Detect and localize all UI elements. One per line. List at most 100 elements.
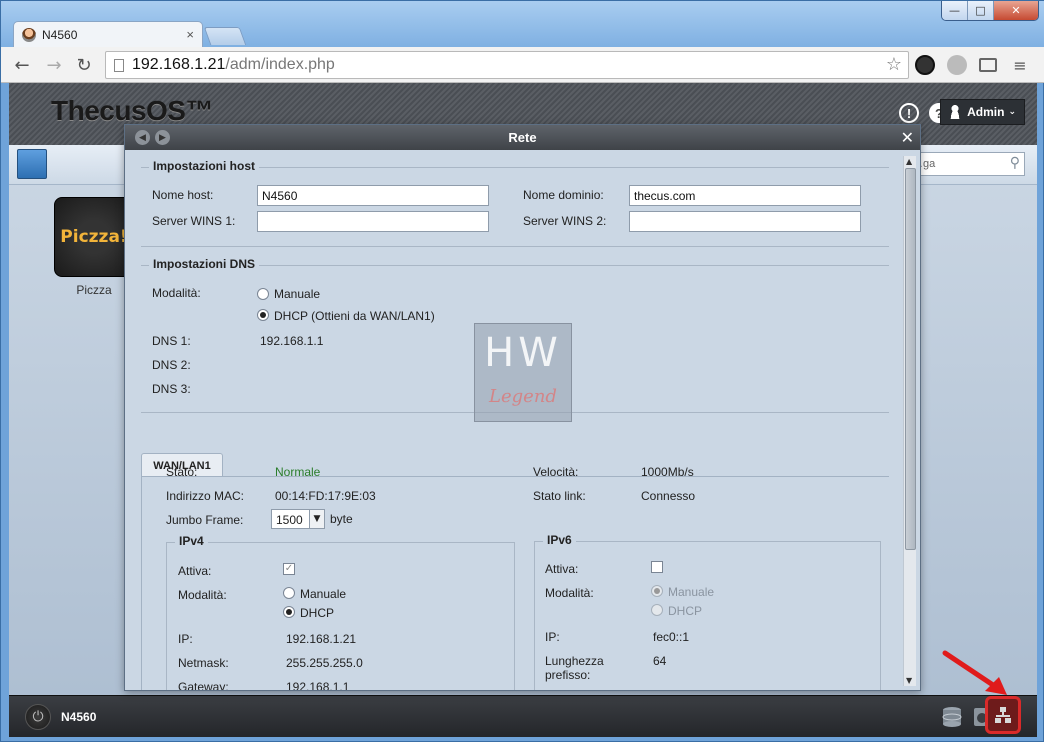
hwlegend-watermark: HW Legend xyxy=(474,323,572,422)
dns1-value: 192.168.1.1 xyxy=(260,334,324,348)
forward-arrow-icon[interactable]: → xyxy=(43,54,65,76)
mac-label: Indirizzo MAC: xyxy=(166,489,245,503)
ipv4-dhcp-radio[interactable] xyxy=(283,606,295,618)
link-label: Stato link: xyxy=(533,489,586,503)
storage-icon[interactable] xyxy=(941,706,963,728)
browser-window: N4560 × — □ ✕ ← → ↻ 192.168.1.21/adm/ind… xyxy=(0,0,1044,742)
page-icon xyxy=(114,58,124,72)
ipv6-active-checkbox[interactable] xyxy=(651,561,663,573)
ipv6-manual-label: Manuale xyxy=(668,585,715,599)
ipv4-netmask-label: Netmask: xyxy=(178,656,229,670)
jumbo-label: Jumbo Frame: xyxy=(166,513,244,527)
app-label: Piczza xyxy=(76,283,112,297)
admin-menu-button[interactable]: Admin ⌄ xyxy=(940,99,1025,125)
ipv4-active-checkbox[interactable]: ✓ xyxy=(283,563,295,575)
dns1-label: DNS 1: xyxy=(152,334,191,348)
search-input[interactable]: …ga ⚲ xyxy=(905,152,1025,176)
extension-download-icon[interactable] xyxy=(915,55,935,75)
dns3-label: DNS 3: xyxy=(152,382,191,396)
network-tray-button[interactable] xyxy=(985,696,1021,734)
dns-dhcp-label: DHCP (Ottieni da WAN/LAN1) xyxy=(274,309,435,323)
reload-icon[interactable]: ↻ xyxy=(73,54,95,76)
ipv6-active-label: Attiva: xyxy=(545,562,579,576)
speed-label: Velocità: xyxy=(533,465,579,479)
minimize-button[interactable]: — xyxy=(942,1,968,20)
browser-tab[interactable]: N4560 × xyxy=(13,21,203,47)
tab-close-icon[interactable]: × xyxy=(186,27,194,42)
ipv4-legend: IPv4 xyxy=(175,534,208,548)
taskbar: ⏻ N4560 xyxy=(9,695,1037,737)
ipv4-netmask-value: 255.255.255.0 xyxy=(286,656,363,670)
back-arrow-icon[interactable]: ← xyxy=(11,54,33,76)
wins1-input[interactable] xyxy=(257,211,489,232)
ipv6-prefix-label: Lunghezza prefisso: xyxy=(545,654,604,682)
browser-titlebar: N4560 × — □ ✕ xyxy=(1,1,1044,47)
annotation-arrow-icon xyxy=(942,650,1007,695)
bookmark-star-icon[interactable]: ☆ xyxy=(886,54,902,75)
scroll-down-icon[interactable]: ▼ xyxy=(906,676,912,685)
network-icon xyxy=(995,707,1011,723)
dns-settings-legend: Impostazioni DNS xyxy=(149,257,260,271)
domain-input[interactable] xyxy=(629,185,861,206)
app-shortcut-piczza[interactable]: Piczza! Piczza xyxy=(54,197,134,297)
wins1-label: Server WINS 1: xyxy=(152,214,236,228)
admin-label: Admin xyxy=(967,105,1005,119)
cast-icon[interactable] xyxy=(979,58,997,72)
watermark-line2: Legend xyxy=(489,386,557,407)
maximize-button[interactable]: □ xyxy=(968,1,994,20)
dialog-body: Impostazioni host Nome host: Nome domini… xyxy=(125,150,902,690)
network-dialog: Rete ◀ ▶ ✕ Impostazioni host Nome host: … xyxy=(124,124,921,691)
ipv6-mode-label: Modalità: xyxy=(545,586,594,600)
dialog-title: Rete xyxy=(125,125,920,150)
dialog-scrollbar[interactable]: ▲ ▼ xyxy=(903,156,916,686)
taskbar-hostname: N4560 xyxy=(61,710,97,724)
address-bar[interactable]: 192.168.1.21/adm/index.php ☆ xyxy=(105,51,909,79)
url-host: 192.168.1.21 xyxy=(132,56,226,73)
user-icon xyxy=(949,105,962,119)
ipv6-dhcp-label: DHCP xyxy=(668,604,703,618)
scroll-up-icon[interactable]: ▲ xyxy=(906,157,912,166)
jumbo-frame-select[interactable]: 1500 ▼ xyxy=(271,509,325,529)
dns-manual-radio[interactable] xyxy=(257,288,269,300)
hostname-label: Nome host: xyxy=(152,188,214,202)
dns-dhcp-radio[interactable] xyxy=(257,309,269,321)
dialog-forward-icon[interactable]: ▶ xyxy=(155,130,170,145)
status-value: Normale xyxy=(275,465,321,479)
extension-shield-icon[interactable] xyxy=(947,55,967,75)
new-tab-button[interactable] xyxy=(203,27,247,45)
ipv6-manual-radio[interactable] xyxy=(651,585,663,597)
wins2-input[interactable] xyxy=(629,211,861,232)
ipv4-ip-label: IP: xyxy=(178,632,193,646)
search-icon[interactable]: ⚲ xyxy=(1010,155,1020,171)
control-panel-icon[interactable] xyxy=(17,149,47,179)
menu-icon[interactable]: ≡ xyxy=(1009,54,1031,76)
close-window-button[interactable]: ✕ xyxy=(994,1,1038,20)
ipv4-mode-label: Modalità: xyxy=(178,588,227,602)
hostname-input[interactable] xyxy=(257,185,489,206)
host-settings-group: Impostazioni host xyxy=(141,159,889,247)
tab-title: N4560 xyxy=(42,27,78,42)
chevron-down-icon: ▼ xyxy=(309,510,324,528)
domain-label: Nome dominio: xyxy=(523,188,604,202)
dns-mode-label: Modalità: xyxy=(152,286,201,300)
window-controls: — □ ✕ xyxy=(941,1,1039,21)
ipv4-manual-label: Manuale xyxy=(300,587,347,601)
ipv6-legend: IPv6 xyxy=(543,533,576,547)
power-icon[interactable]: ⏻ xyxy=(25,704,51,730)
scroll-thumb[interactable] xyxy=(905,168,916,550)
ipv4-ip-value: 192.168.1.21 xyxy=(286,632,357,646)
ipv6-prefix-value: 64 xyxy=(653,654,667,668)
ipv4-manual-radio[interactable] xyxy=(283,587,295,599)
piczza-app-icon[interactable]: Piczza! xyxy=(54,197,134,277)
dns-manual-label: Manuale xyxy=(274,287,321,301)
ipv6-dhcp-radio[interactable] xyxy=(651,604,663,616)
alert-icon[interactable]: ! xyxy=(899,103,919,123)
ipv4-gateway-value: 192.168.1.1 xyxy=(286,680,350,690)
url-path: /adm/index.php xyxy=(225,56,335,73)
dialog-back-icon[interactable]: ◀ xyxy=(135,130,150,145)
mac-value: 00:14:FD:17:9E:03 xyxy=(275,489,376,503)
dialog-close-icon[interactable]: ✕ xyxy=(901,128,914,147)
ipv4-gateway-label: Gateway: xyxy=(178,680,229,690)
ipv6-ip-label: IP: xyxy=(545,630,560,644)
ipv4-active-label: Attiva: xyxy=(178,564,212,578)
